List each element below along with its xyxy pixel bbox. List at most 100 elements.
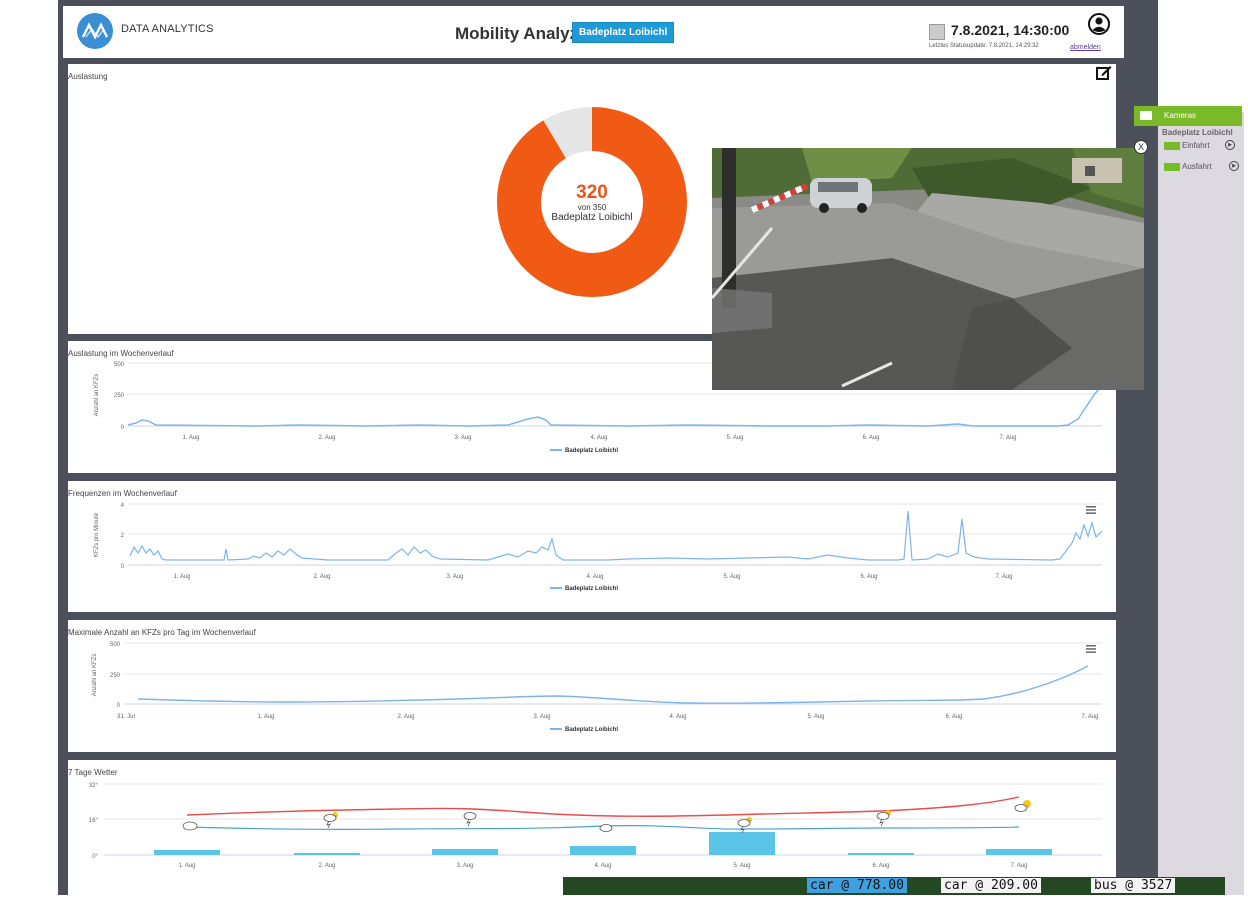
sidebar-background [1158, 112, 1244, 895]
video-camera-icon [1164, 142, 1180, 150]
calendar-icon[interactable] [929, 24, 945, 40]
x-tick: 5. Aug [726, 435, 743, 441]
close-camera-button[interactable]: X [1134, 140, 1148, 154]
screen: DATA ANALYTICS Mobility Analyzer Badepla… [0, 0, 1248, 895]
cameras-header[interactable]: Kameras [1134, 106, 1242, 126]
current-datetime: 7.8.2021, 14:30:00 [951, 22, 1070, 38]
logo-icon [77, 13, 113, 49]
x-tick: 2. Aug [397, 714, 414, 720]
video-camera-icon [1164, 163, 1180, 171]
sun-cloud-icon [1014, 800, 1031, 812]
x-tick: 2. Aug [313, 574, 330, 580]
y-tick: 0 [121, 425, 125, 431]
sun-cloud-storm-icon [323, 812, 338, 829]
x-tick: 1. Aug [257, 714, 274, 720]
x-tick: 4. Aug [586, 574, 603, 580]
play-icon[interactable]: ▶ [1225, 140, 1235, 150]
y-tick: 500 [114, 362, 125, 368]
frequency-chart: 4 2 0 KFZs pro Minute 1. Aug 2. Aug 3. A… [94, 503, 1103, 592]
menu-icon[interactable] [1086, 645, 1096, 653]
x-tick: 6. Aug [872, 863, 889, 869]
y-tick: 250 [110, 673, 121, 679]
app-header: DATA ANALYTICS Mobility Analyzer Badepla… [63, 6, 1124, 58]
play-icon[interactable]: ▶ [1229, 161, 1239, 171]
y-tick: 4 [121, 503, 125, 509]
x-tick: 1. Aug [173, 574, 190, 580]
edit-icon[interactable] [1096, 64, 1112, 80]
x-tick: 4. Aug [594, 863, 611, 869]
y-axis-label: Anzahl an KFZs [92, 654, 98, 697]
max-per-day-panel: Maximale Anzahl an KFZs pro Tag im Woche… [68, 620, 1116, 752]
legend-label[interactable]: Badeplatz Loibichl [565, 727, 618, 733]
week-occupancy-title: Auslastung im Wochenverlauf [68, 349, 174, 358]
legend-label[interactable]: Badeplatz Loibichl [565, 448, 618, 454]
y-tick: 0° [92, 854, 98, 860]
x-tick: 7. Aug [999, 435, 1016, 441]
y-tick: 250 [114, 393, 125, 399]
x-tick: 7. Aug [1081, 714, 1098, 720]
rain-bar [294, 853, 360, 855]
detection-video-preview[interactable]: car @ 778.00 car @ 209.00 bus @ 3527 [563, 877, 1225, 895]
detection-label: bus @ 3527 [1091, 878, 1176, 893]
x-tick: 5. Aug [733, 863, 750, 869]
x-tick: 3. Aug [454, 435, 471, 441]
sidebar-location: Badeplatz Loibichl [1162, 128, 1233, 137]
camera-item-entrance[interactable]: Einfahrt ▶ [1164, 140, 1244, 152]
detection-label: car @ 778.00 [807, 878, 907, 893]
rain-bar [432, 849, 498, 855]
occupancy-value: 320 [576, 182, 608, 203]
series-line [127, 384, 1103, 427]
x-tick: 4. Aug [669, 714, 686, 720]
y-axis-label: KFZs pro Minute [94, 512, 100, 557]
x-tick: 31. Jul [117, 714, 135, 720]
y-tick: 0 [117, 703, 121, 709]
status-update-text: Letztes Statusupdate: 7.8.2021, 14:29:32 [929, 43, 1039, 49]
logo-text: DATA ANALYTICS [121, 23, 214, 35]
x-tick: 4. Aug [590, 435, 607, 441]
x-tick: 5. Aug [807, 714, 824, 720]
cloudy-icon [182, 821, 198, 831]
frequency-title: Frequenzen im Wochenverlauf [68, 489, 177, 498]
camera-feed[interactable] [712, 148, 1144, 390]
series-line [137, 665, 1089, 704]
series-line [129, 510, 1103, 561]
detection-label: car @ 209.00 [941, 878, 1041, 893]
x-tick: 7. Aug [995, 574, 1012, 580]
x-tick: 3. Aug [446, 574, 463, 580]
occupancy-location: Badeplatz Loibichl [551, 212, 633, 223]
cameras-header-label: Kameras [1164, 111, 1197, 120]
x-tick: 6. Aug [945, 714, 962, 720]
camera-item-label: Ausfahrt [1182, 162, 1212, 171]
y-tick: 500 [110, 642, 121, 648]
rain-bar [154, 850, 220, 855]
x-tick: 2. Aug [318, 435, 335, 441]
menu-icon[interactable] [1086, 506, 1096, 514]
sun-cloud-storm-icon [876, 810, 891, 827]
max-per-day-chart: 500 250 0 Anzahl an KFZs 31. Jul 1. Aug … [92, 642, 1102, 733]
frequency-panel: Frequenzen im Wochenverlauf 4 2 0 KFZs p… [68, 481, 1116, 612]
weather-title: 7 Tage Wetter [68, 768, 118, 777]
camera-item-exit[interactable]: Ausfahrt ▶ [1164, 161, 1244, 173]
y-tick: 16° [89, 818, 99, 824]
logout-link[interactable]: abmelden [1070, 44, 1101, 51]
rain-bar [848, 853, 914, 855]
x-tick: 6. Aug [862, 435, 879, 441]
occupancy-donut: 320 von 350 Badeplatz Loibichl [492, 102, 692, 302]
max-temp-line [186, 796, 1020, 817]
y-tick: 2 [121, 533, 125, 539]
x-tick: 1. Aug [182, 435, 199, 441]
video-camera-icon [1140, 111, 1152, 120]
x-tick: 6. Aug [860, 574, 877, 580]
cloudy-icon [599, 824, 613, 832]
y-axis-label: Anzahl an KFZs [94, 374, 100, 417]
rain-bar [570, 846, 636, 855]
y-tick: 32° [89, 783, 99, 789]
max-per-day-title: Maximale Anzahl an KFZs pro Tag im Woche… [68, 628, 256, 637]
legend-label[interactable]: Badeplatz Loibichl [565, 586, 618, 592]
x-tick: 7. Aug [1010, 863, 1027, 869]
x-tick: 1. Aug [178, 863, 195, 869]
weather-panel: 7 Tage Wetter 32° 16° 0° 1. Aug 2. Aug 3… [68, 760, 1116, 895]
user-icon[interactable] [1088, 13, 1110, 35]
rain-bar [709, 832, 775, 855]
location-badge[interactable]: Badeplatz Loibichl [572, 22, 675, 43]
